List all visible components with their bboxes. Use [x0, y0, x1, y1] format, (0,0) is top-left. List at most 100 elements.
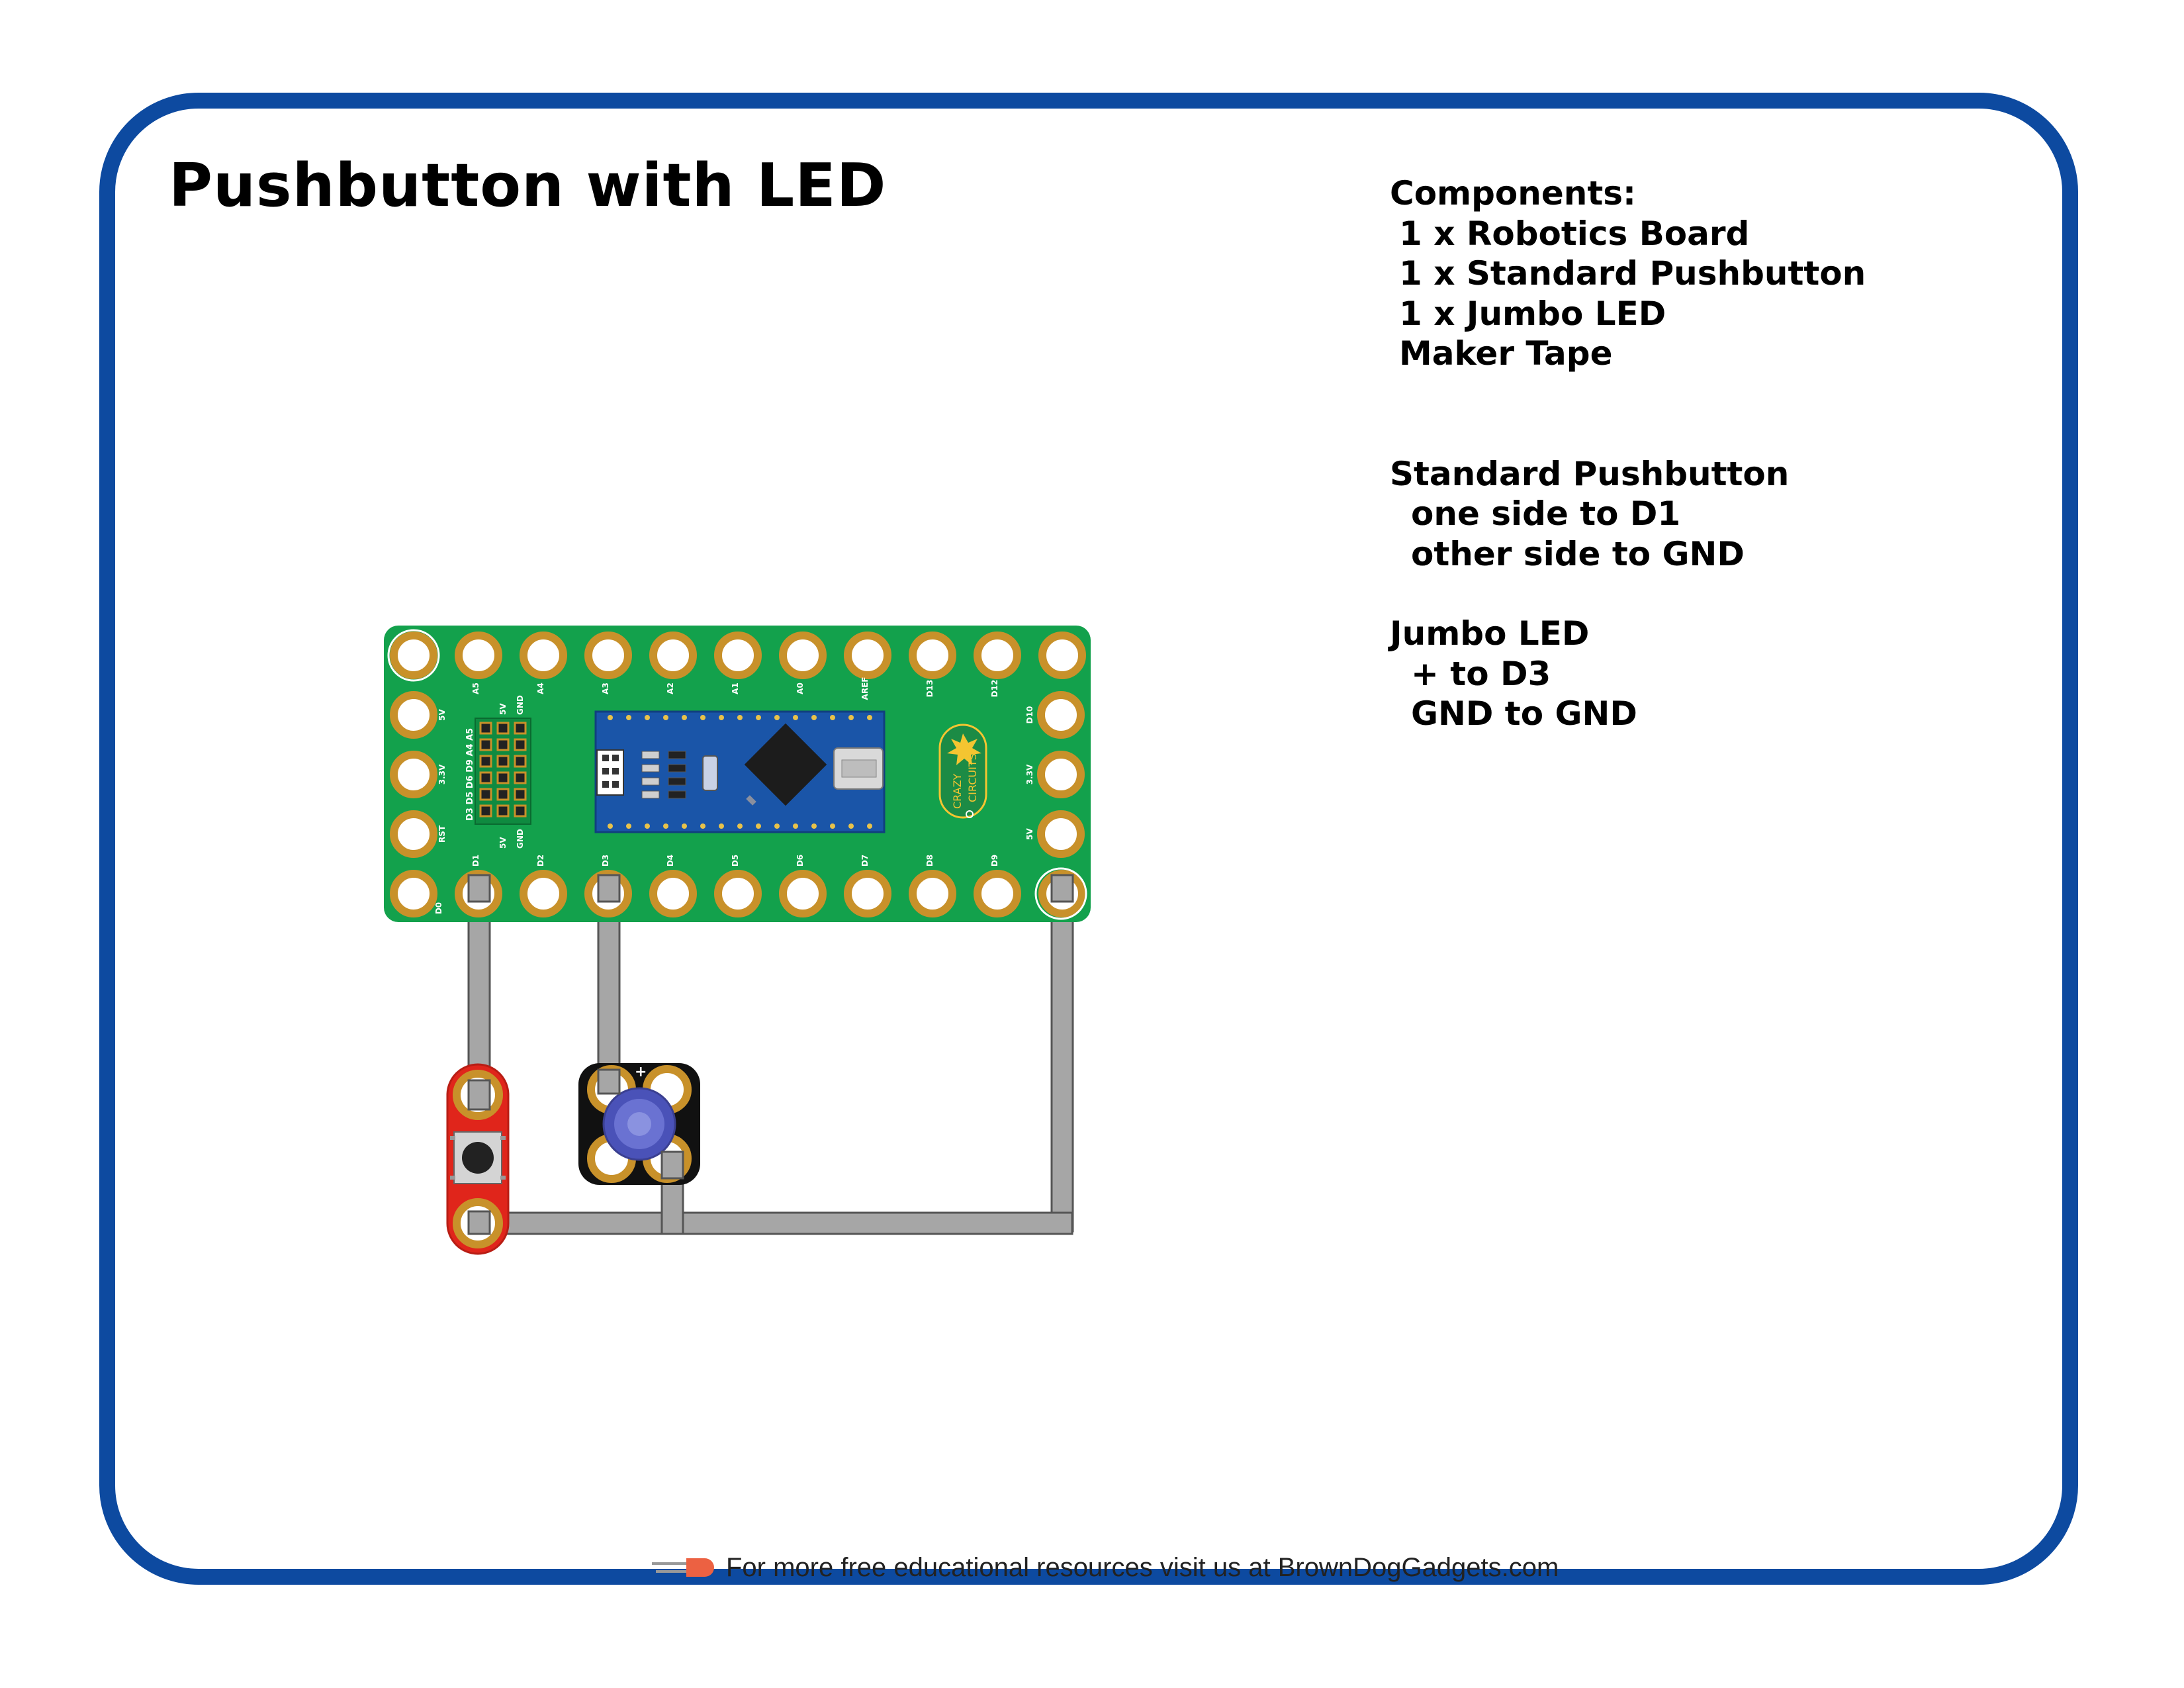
nano-pin: [848, 823, 854, 829]
header-pin: [514, 722, 527, 735]
board-pad-right: [1037, 810, 1085, 858]
wiring-diagram: A5 A4 A3 A2 A1 A0 AREF D13 D12 D11 D0 D1 D2 D3 D4 D5 D6 D…: [384, 626, 1091, 1255]
led-logo-icon: [652, 1558, 714, 1577]
header-side-label: D3 D5 D6 D9 A4 A5: [465, 728, 475, 821]
nano-pin: [645, 823, 650, 829]
board-pad-bottom: [844, 870, 891, 917]
nano-pin: [867, 823, 872, 829]
pin-label: 3.3V: [437, 764, 447, 784]
pin-label: A0: [796, 682, 805, 694]
nano-pin: [700, 823, 705, 829]
header-pin: [479, 771, 492, 784]
maker-tape: [467, 886, 1074, 1235]
nano-pin: [608, 823, 613, 829]
nano-pin: [774, 823, 780, 829]
pin-label: D2: [536, 855, 545, 867]
board-pad-left: [390, 810, 437, 858]
header-pin: [496, 738, 510, 751]
board-pad-top: [909, 632, 956, 679]
pin-label: 3.3V: [1025, 764, 1034, 784]
pin-label: D11: [1048, 647, 1058, 665]
nano-pin: [756, 715, 761, 720]
board-pad-bottom: [390, 870, 437, 917]
nano-pin: [830, 715, 835, 720]
nano-pin: [608, 715, 613, 720]
pin-label: A2: [666, 682, 675, 694]
usb-port: [833, 747, 884, 790]
nano-pin: [811, 823, 817, 829]
header-top-label: GND: [516, 695, 525, 715]
tape-gnd-vertical: [1050, 886, 1074, 1233]
board-pad-right: [1037, 691, 1085, 739]
board-pad-top: [779, 632, 827, 679]
footer-text: For more free educational resources visi…: [726, 1552, 1559, 1582]
header-pin: [479, 804, 492, 818]
nano-pin: [663, 823, 668, 829]
pin-label: D0: [434, 902, 443, 914]
pin-label: D10: [1025, 706, 1034, 724]
nano-pin: [867, 715, 872, 720]
pin-label: AREF: [860, 677, 870, 700]
pin-label: D6: [796, 855, 805, 867]
header-pin: [479, 788, 492, 801]
header-pin: [514, 804, 527, 818]
header-pin: [479, 755, 492, 768]
board-pad-bottom: [909, 870, 956, 917]
header-pin: [496, 722, 510, 735]
nano-pin: [793, 823, 798, 829]
nano-pin: [811, 715, 817, 720]
nano-pin: [700, 715, 705, 720]
nano-pin: [793, 715, 798, 720]
pin-label: D9: [990, 855, 999, 867]
board-pad-top: [455, 632, 502, 679]
pin-label: 5V: [1025, 827, 1034, 839]
tape-gnd-horizontal: [467, 1211, 1073, 1235]
pin-label: D13: [925, 680, 934, 698]
board-pad-top: [584, 632, 632, 679]
board-pad-top: [714, 632, 762, 679]
header-pin: [496, 788, 510, 801]
pin-label: D7: [860, 855, 870, 867]
pin-label: A3: [601, 682, 610, 694]
nano-pin: [774, 715, 780, 720]
pin-label: A4: [536, 682, 545, 694]
board-pad-top: [844, 632, 891, 679]
switch-actuator: [462, 1142, 494, 1174]
nano-pin: [682, 823, 687, 829]
board-pad-right: [1037, 751, 1085, 798]
pin-label: D4: [666, 855, 675, 867]
board-pad-left: [390, 691, 437, 739]
nano-pin: [737, 715, 743, 720]
header-pin: [479, 738, 492, 751]
pin-label: D8: [925, 855, 934, 867]
crazy-circuits-logo: CRAZY CIRCUITS: [938, 724, 987, 819]
pin-label: D3: [601, 855, 610, 867]
nano-pin: [756, 823, 761, 829]
header-pin: [514, 738, 527, 751]
nano-pin: [682, 715, 687, 720]
header-pin: [479, 722, 492, 735]
board-pad-bottom: [714, 870, 762, 917]
pin-label: D5: [731, 855, 740, 867]
nano-pin: [719, 715, 724, 720]
pin-label: A1: [731, 682, 740, 694]
nano-pin: [645, 715, 650, 720]
pin-label: A5: [471, 682, 480, 694]
icsp-header: [596, 749, 624, 796]
board-pad-bottom: [649, 870, 697, 917]
arduino-nano: [594, 710, 886, 833]
board-pad-bottom: [779, 870, 827, 917]
header-pin: [496, 755, 510, 768]
pin-label: D12: [990, 680, 999, 698]
nano-pin: [663, 715, 668, 720]
board-pad-bottom: [974, 870, 1021, 917]
logo-text-circuits: CIRCUITS: [966, 753, 979, 802]
header-top-label: 5V: [498, 703, 508, 715]
crystal: [702, 755, 718, 791]
header-bottom-label: GND: [516, 829, 525, 849]
pin-label: RST: [437, 825, 447, 843]
nano-pin: [737, 823, 743, 829]
led-plus-label: +: [635, 1064, 647, 1080]
nano-pin: [830, 823, 835, 829]
board-pad-left: [390, 751, 437, 798]
